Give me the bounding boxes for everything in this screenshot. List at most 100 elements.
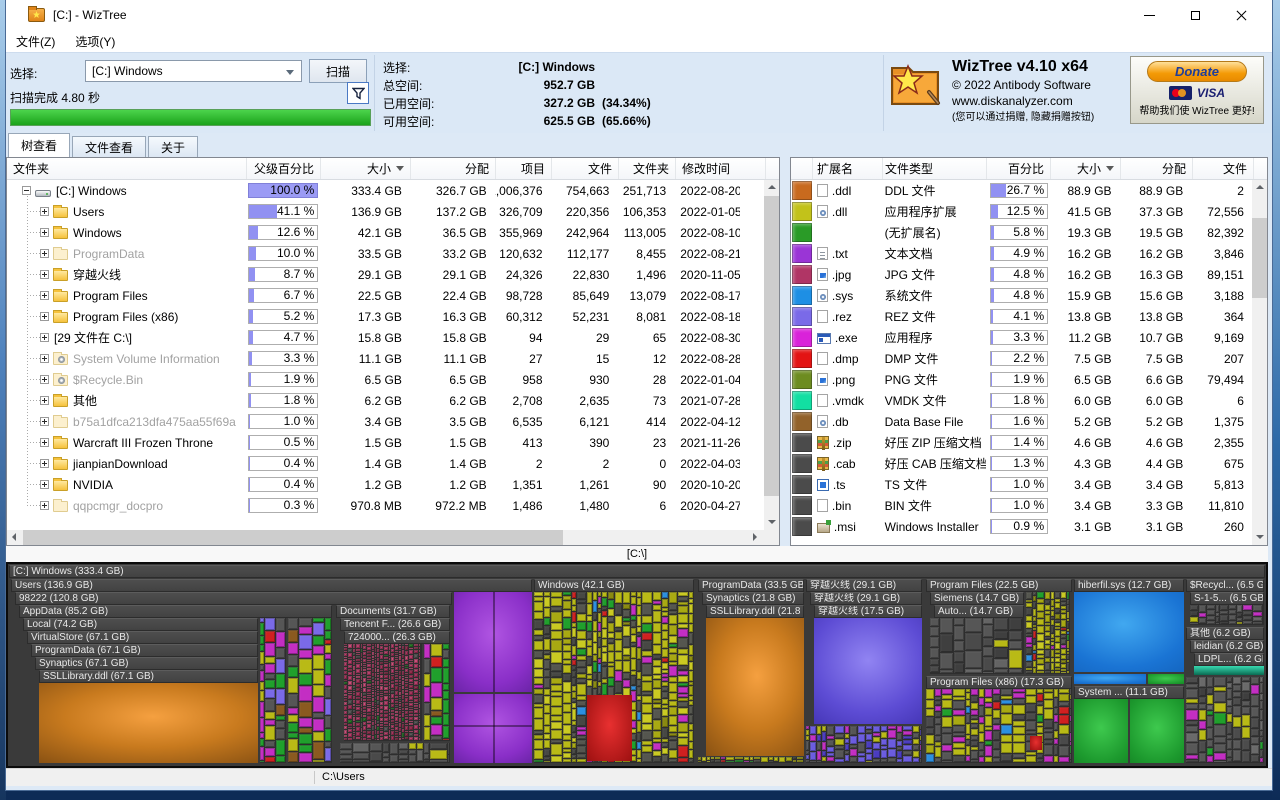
treemap-header-documents[interactable]: Documents (31.7 GB) [336, 605, 450, 618]
treemap-header-tencent[interactable]: Tencent F... (26.6 GB) [340, 618, 450, 631]
donate-button[interactable]: Donate [1147, 61, 1247, 82]
folder-row[interactable]: Windows12.6 %42.1 GB36.5 GB355,969242,96… [7, 222, 764, 243]
treemap-mosaic-programfiles-side[interactable] [1026, 592, 1070, 674]
treemap-header-724000[interactable]: 724000... (26.3 GB) [344, 631, 450, 644]
treemap-mosaic-other-body[interactable] [1186, 677, 1264, 763]
column-header-大小[interactable]: 大小 [1051, 158, 1121, 179]
folder-vertical-scrollbar[interactable] [764, 180, 779, 530]
scroll-up-arrow[interactable] [764, 180, 779, 195]
treemap-block-pf86-red[interactable] [1030, 736, 1042, 750]
minimize-button[interactable] [1126, 0, 1172, 30]
treemap-mosaic-recycle-body[interactable] [1190, 605, 1264, 625]
folder-row[interactable]: Warcraft III Frozen Throne0.5 %1.5 GB1.5… [7, 432, 764, 453]
collapse-toggle[interactable] [22, 186, 31, 195]
treemap-mosaic-appdata-strip-b[interactable] [288, 618, 332, 763]
ext-vertical-scrollbar[interactable] [1252, 180, 1267, 545]
ext-row[interactable]: .dmpDMP 文件2.2 %7.5 GB7.5 GB207 [791, 348, 1252, 369]
treemap-header-chuanyue-1[interactable]: 穿越火线 (29.1 GB) [806, 579, 922, 592]
treemap-header-ssllibrary[interactable]: SSLLibrary.ddl (21.8 GB) [706, 605, 804, 618]
folder-row[interactable]: jianpianDownload0.4 %1.4 GB1.4 GB2202022… [7, 453, 764, 474]
folder-row[interactable]: [C:] Windows100.0 %333.4 GB326.7 GB1,006… [7, 180, 764, 201]
expand-toggle[interactable] [40, 480, 49, 489]
expand-toggle[interactable] [40, 249, 49, 258]
tab-关于[interactable]: 关于 [148, 136, 198, 157]
treemap-block-ldpl-teal[interactable] [1194, 666, 1264, 675]
column-header-父级百分比[interactable]: 父级百分比 [247, 158, 321, 179]
ext-row[interactable]: .ddlDDL 文件26.7 %88.9 GB88.9 GB2 [791, 180, 1252, 201]
treemap-header-root[interactable]: [C:] Windows (333.4 GB) [9, 565, 1265, 578]
folder-row[interactable]: NVIDIA0.4 %1.2 GB1.2 GB1,3511,261902020-… [7, 474, 764, 495]
column-header-项目[interactable]: 项目 [496, 158, 552, 179]
treemap-header-siemens[interactable]: Siemens (14.7 GB) [930, 592, 1024, 605]
folder-row[interactable]: $Recycle.Bin1.9 %6.5 GB6.5 GB95893028202… [7, 369, 764, 390]
treemap-block-green-strip[interactable] [1148, 674, 1184, 684]
treemap-header-recycle[interactable]: $Recycl... (6.5 GB) [1186, 579, 1264, 592]
treemap-header-synaptics-u[interactable]: Synaptics (67.1 GB) [35, 657, 258, 670]
ext-row[interactable]: .pngPNG 文件1.9 %6.5 GB6.6 GB79,494 [791, 369, 1252, 390]
ext-row[interactable]: .msiWindows Installer0.9 %3.1 GB3.1 GB26… [791, 516, 1252, 537]
ext-row[interactable]: (无扩展名)5.8 %19.3 GB19.5 GB82,392 [791, 222, 1252, 243]
scroll-up-arrow[interactable] [1252, 180, 1267, 195]
scrollbar-thumb[interactable] [1252, 218, 1267, 298]
expand-toggle[interactable] [40, 354, 49, 363]
maximize-button[interactable] [1172, 0, 1218, 30]
menu-item[interactable]: 文件(Z) [6, 30, 65, 53]
treemap-block-system-green-a[interactable] [1074, 699, 1128, 763]
expand-toggle[interactable] [40, 228, 49, 237]
expand-toggle[interactable] [40, 396, 49, 405]
treemap-header-s-1-5[interactable]: S-1-5... (6.5 GB) [1190, 592, 1264, 605]
expand-toggle[interactable] [40, 291, 49, 300]
scroll-down-arrow[interactable] [1252, 530, 1267, 545]
treemap-header-ldpl[interactable]: LDPL... (6.2 GB) [1194, 653, 1264, 666]
treemap-header-synaptics[interactable]: Synaptics (21.8 GB) [702, 592, 804, 605]
filter-button[interactable] [347, 82, 369, 104]
treemap-mosaic-documents-side[interactable] [424, 644, 450, 741]
column-header-分配[interactable]: 分配 [411, 158, 496, 179]
column-header-大小[interactable]: 大小 [321, 158, 411, 179]
folder-row[interactable]: Program Files (x86)5.2 %17.3 GB16.3 GB60… [7, 306, 764, 327]
treemap-header-chuanyue-2[interactable]: 穿越火线 (29.1 GB) [810, 592, 922, 605]
treemap-block-hiberfil-strip[interactable] [1074, 674, 1146, 684]
close-button[interactable] [1218, 0, 1264, 30]
treemap-mosaic-appdata-strip-a[interactable] [260, 618, 286, 763]
treemap-header-programfiles[interactable]: Program Files (22.5 GB) [926, 579, 1072, 592]
folder-row[interactable]: 其他1.8 %6.2 GB6.2 GB2,7082,635732021-07-2… [7, 390, 764, 411]
ext-row[interactable]: .tsTS 文件1.0 %3.4 GB3.4 GB5,813 [791, 474, 1252, 495]
scan-button[interactable]: 扫描 [309, 59, 367, 83]
column-header-百分比[interactable]: 百分比 [987, 158, 1051, 179]
treemap-block-hiberfil-blue[interactable] [1074, 592, 1184, 672]
folder-row[interactable]: b75a1dfca213dfa475aa55f69a1.0 %3.4 GB3.5… [7, 411, 764, 432]
treemap-mosaic-pf86-body[interactable] [926, 689, 1072, 763]
treemap-header-hiberfil[interactable]: hiberfil.sys (12.7 GB) [1074, 579, 1184, 592]
scrollbar-thumb[interactable] [23, 530, 563, 545]
scroll-right-arrow[interactable] [749, 530, 764, 545]
scroll-down-arrow[interactable] [764, 515, 779, 530]
expand-toggle[interactable] [40, 270, 49, 279]
treemap-block-programdata-orange[interactable] [706, 618, 804, 756]
treemap-block-system-green-b[interactable] [1130, 699, 1184, 763]
treemap-header-appdata[interactable]: AppData (85.2 GB) [19, 605, 332, 618]
treemap-header-leidian[interactable]: leidian (6.2 GB) [1190, 640, 1264, 653]
treemap[interactable]: [C:] Windows (333.4 GB)Users (136.9 GB)9… [6, 562, 1268, 768]
treemap-header-auto[interactable]: Auto... (14.7 GB) [934, 605, 1024, 618]
treemap-mosaic-documents-bottom[interactable] [340, 743, 450, 763]
column-header-扩展名[interactable]: 扩展名 [813, 158, 883, 179]
ext-row[interactable]: .vmdkVMDK 文件1.8 %6.0 GB6.0 GB6 [791, 390, 1252, 411]
treemap-mosaic-programfiles-body[interactable] [930, 618, 1024, 674]
scroll-left-arrow[interactable] [7, 530, 22, 545]
column-header-文件[interactable]: 文件 [552, 158, 619, 179]
tab-文件查看[interactable]: 文件查看 [72, 136, 146, 157]
treemap-block-chuanyue-violet[interactable] [814, 618, 922, 724]
folder-row[interactable]: System Volume Information3.3 %11.1 GB11.… [7, 348, 764, 369]
treemap-block-windows-red[interactable] [587, 695, 632, 761]
column-header-文件夹[interactable]: 文件夹 [619, 158, 676, 179]
website-link[interactable]: www.diskanalyzer.com [952, 93, 1132, 109]
treemap-mosaic-programdata-bottom[interactable] [698, 757, 804, 763]
folder-horizontal-scrollbar[interactable] [7, 530, 764, 545]
menu-item[interactable]: 选项(Y) [65, 30, 125, 53]
expand-toggle[interactable] [40, 312, 49, 321]
ext-row[interactable]: .rezREZ 文件4.1 %13.8 GB13.8 GB364 [791, 306, 1252, 327]
ext-row[interactable]: .txt文本文档4.9 %16.2 GB16.2 GB3,846 [791, 243, 1252, 264]
drive-select[interactable]: [C:] Windows [85, 60, 302, 82]
folder-row[interactable]: [29 文件在 C:\]4.7 %15.8 GB15.8 GB942965202… [7, 327, 764, 348]
